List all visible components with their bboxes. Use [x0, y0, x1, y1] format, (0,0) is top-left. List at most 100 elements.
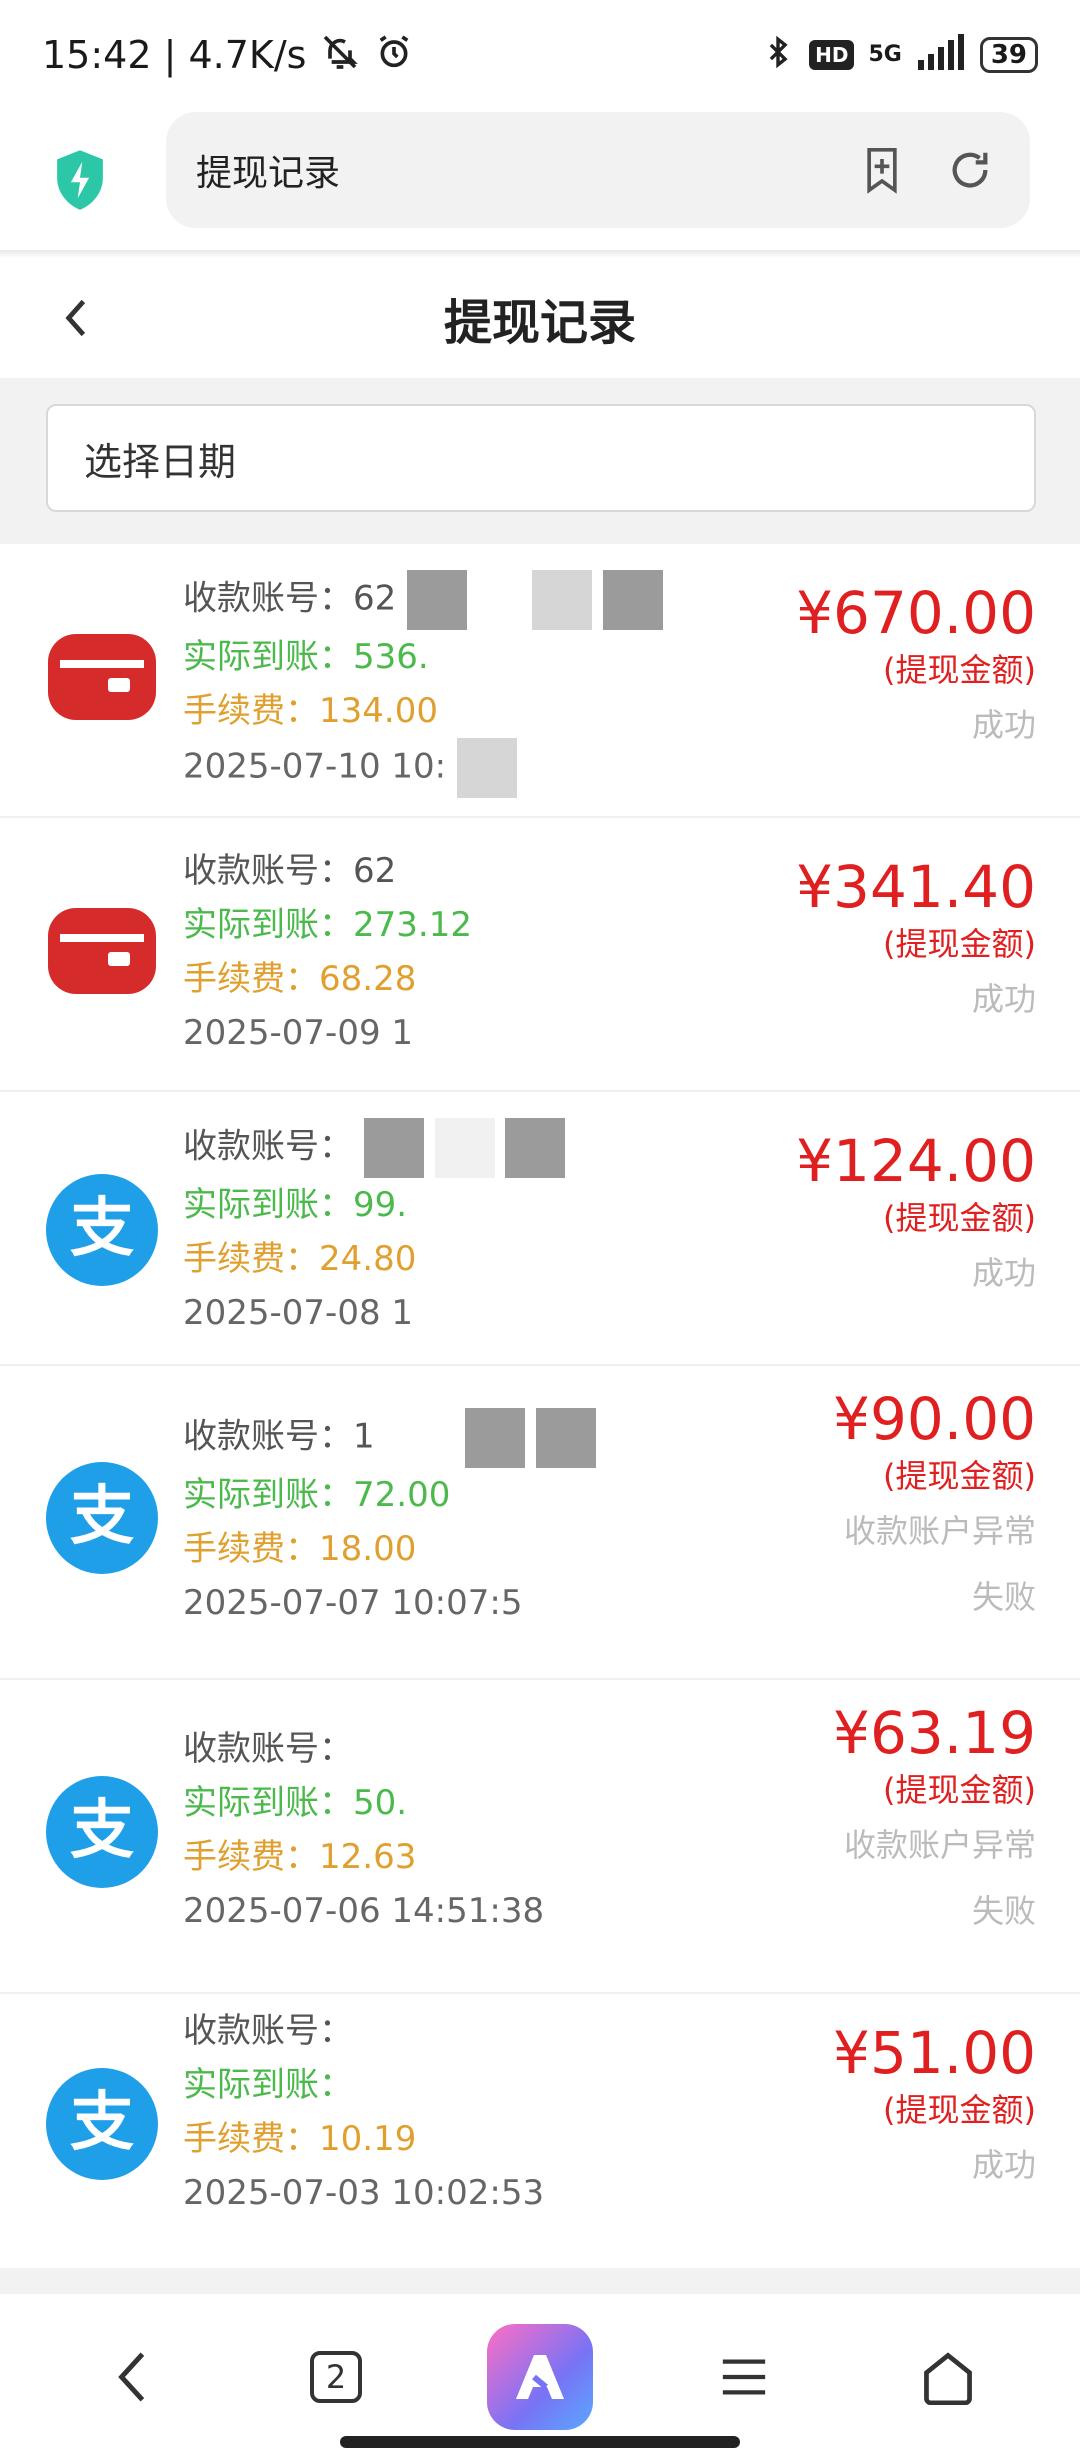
redacted-block	[456, 738, 517, 798]
record-item[interactable]: 收款账号：62 实际到账：273.12 手续费：68.28 2025-07-09…	[0, 818, 1080, 1092]
actual-line: 实际到账：273.12	[183, 898, 472, 952]
record-time: 2025-07-08 1	[183, 1293, 414, 1333]
fee-label: 手续费：	[183, 1837, 319, 1877]
record-item[interactable]: 收款账号：62 实际到账：536. 手续费：134.00 2025-07-10 …	[0, 544, 1080, 818]
account-label: 收款账号：	[183, 1729, 353, 1769]
record-info: 收款账号： 实际到账： 手续费：10.19 2025-07-03 10:02:5…	[183, 2004, 544, 2220]
time-line: 2025-07-09 1	[183, 1006, 472, 1060]
alipay-icon: 支	[46, 2068, 158, 2180]
account-line: 收款账号：	[183, 1722, 544, 1776]
redacted-block	[536, 1408, 597, 1468]
bank-card-icon	[46, 628, 158, 740]
record-amount-area: ¥341.40 (提现金额) 成功	[796, 852, 1036, 1032]
page-title: 提现记录	[443, 295, 636, 351]
battery-level: 39	[990, 40, 1027, 70]
actual-line: 实际到账：99.	[183, 1178, 565, 1232]
record-item[interactable]: 支 收款账号： 实际到账： 手续费：10.19 2025-07-03 10:02…	[0, 1994, 1080, 2264]
svg-text:支: 支	[70, 1480, 134, 1554]
address-bar-title[interactable]: 提现记录	[196, 144, 824, 196]
withdraw-amount: ¥341.40	[796, 853, 1036, 921]
fee-label: 手续费：	[183, 959, 319, 999]
failure-reason: 收款账户异常	[843, 1826, 1036, 1864]
date-picker-input[interactable]: 选择日期	[46, 404, 1036, 512]
time-line: 2025-07-03 10:02:53	[183, 2166, 544, 2220]
fee-value: 12.63	[319, 1837, 417, 1877]
withdraw-amount: ¥124.00	[796, 1127, 1036, 1195]
actual-line: 实际到账：	[183, 2058, 544, 2112]
page-header: 提现记录	[0, 258, 1080, 378]
fee-line: 手续费：134.00	[183, 684, 663, 738]
actual-line: 实际到账：536.	[183, 630, 663, 684]
nav-back-button[interactable]	[77, 2322, 187, 2432]
account-label: 收款账号：	[183, 851, 353, 891]
record-time: 2025-07-07 10:07:5	[183, 1583, 523, 1623]
record-info: 收款账号：62 实际到账：273.12 手续费：68.28 2025-07-09…	[183, 844, 472, 1060]
account-line: 收款账号：62	[183, 570, 663, 630]
record-item[interactable]: 支 收款账号：1 实际到账：72.00 手续费：18.00 2025-07-07…	[0, 1366, 1080, 1680]
alarm-icon	[374, 32, 414, 78]
time-line: 2025-07-06 14:51:38	[183, 1884, 544, 1938]
record-amount-area: ¥63.19 (提现金额) 收款账户异常 失败	[833, 1698, 1036, 1944]
record-amount-area: ¥670.00 (提现金额) 成功	[796, 578, 1036, 758]
account-label: 收款账号：	[183, 1126, 353, 1167]
menu-button[interactable]	[689, 2322, 799, 2432]
record-status: 成功	[971, 706, 1036, 744]
account-value: 1	[353, 1416, 375, 1457]
account-label: 收款账号：	[183, 2011, 353, 2051]
record-info: 收款账号：62 实际到账：536. 手续费：134.00 2025-07-10 …	[183, 570, 663, 798]
record-item[interactable]: 支 收款账号： 实际到账：99. 手续费：24.80 2025-07-08 1 …	[0, 1092, 1080, 1366]
svg-text:支: 支	[70, 2086, 134, 2160]
actual-value: 99.	[353, 1185, 408, 1225]
withdraw-amount-label: (提现金额)	[883, 651, 1036, 689]
record-amount-area: ¥124.00 (提现金额) 成功	[796, 1126, 1036, 1306]
fee-line: 手续费：18.00	[183, 1522, 596, 1576]
actual-label: 实际到账：	[183, 905, 353, 945]
record-time: 2025-07-03 10:02:53	[183, 2173, 545, 2213]
bookmark-add-icon[interactable]	[852, 140, 912, 200]
record-info: 收款账号： 实际到账：99. 手续费：24.80 2025-07-08 1	[183, 1118, 566, 1340]
hd-badge: HD	[809, 40, 855, 70]
back-button[interactable]	[46, 288, 106, 348]
home-button[interactable]	[893, 2322, 1003, 2432]
home-indicator[interactable]	[340, 2436, 740, 2448]
withdraw-amount: ¥670.00	[796, 579, 1036, 647]
actual-label: 实际到账：	[183, 2065, 353, 2105]
battery-icon: 39	[979, 37, 1038, 73]
actual-value: 50.	[353, 1783, 408, 1823]
record-amount-area: ¥90.00 (提现金额) 收款账户异常 失败	[833, 1384, 1036, 1630]
status-time-speed: 15:42 | 4.7K/s	[42, 33, 307, 77]
fee-label: 手续费：	[183, 691, 319, 731]
svg-text:支: 支	[70, 1794, 134, 1868]
refresh-icon[interactable]	[940, 140, 1000, 200]
fee-value: 24.80	[319, 1239, 417, 1279]
actual-label: 实际到账：	[183, 1185, 353, 1225]
redacted-block	[531, 570, 592, 630]
ai-assistant-button[interactable]	[485, 2322, 595, 2432]
tabs-button[interactable]: 2	[281, 2322, 391, 2432]
account-value: 62	[353, 851, 397, 891]
tab-count: 2	[310, 2351, 362, 2403]
svg-text:支: 支	[70, 1192, 134, 1266]
redacted-block	[407, 570, 468, 630]
security-shield-icon[interactable]	[40, 140, 120, 220]
fee-line: 手续费：24.80	[183, 1232, 565, 1286]
alipay-icon: 支	[46, 1776, 158, 1888]
record-item[interactable]: 支 收款账号： 实际到账：50. 手续费：12.63 2025-07-06 14…	[0, 1680, 1080, 1994]
withdraw-amount-label: (提现金额)	[883, 925, 1036, 963]
fee-line: 手续费：10.19	[183, 2112, 544, 2166]
fee-value: 18.00	[319, 1529, 417, 1569]
ai-logo-icon	[487, 2324, 593, 2430]
redacted-block	[602, 570, 663, 630]
withdraw-amount: ¥90.00	[833, 1385, 1036, 1453]
actual-value: 536.	[353, 637, 429, 677]
redacted-block	[505, 1118, 566, 1178]
record-status: 失败	[971, 1892, 1036, 1930]
account-line: 收款账号：62	[183, 844, 472, 898]
actual-label: 实际到账：	[183, 637, 353, 677]
record-time: 2025-07-09 1	[183, 1013, 414, 1053]
fee-label: 手续费：	[183, 2119, 319, 2159]
withdraw-amount-label: (提现金额)	[883, 1199, 1036, 1237]
address-bar[interactable]: 提现记录	[166, 112, 1030, 228]
time-line: 2025-07-10 10:	[183, 738, 663, 798]
record-time: 2025-07-10 10:	[183, 746, 447, 787]
